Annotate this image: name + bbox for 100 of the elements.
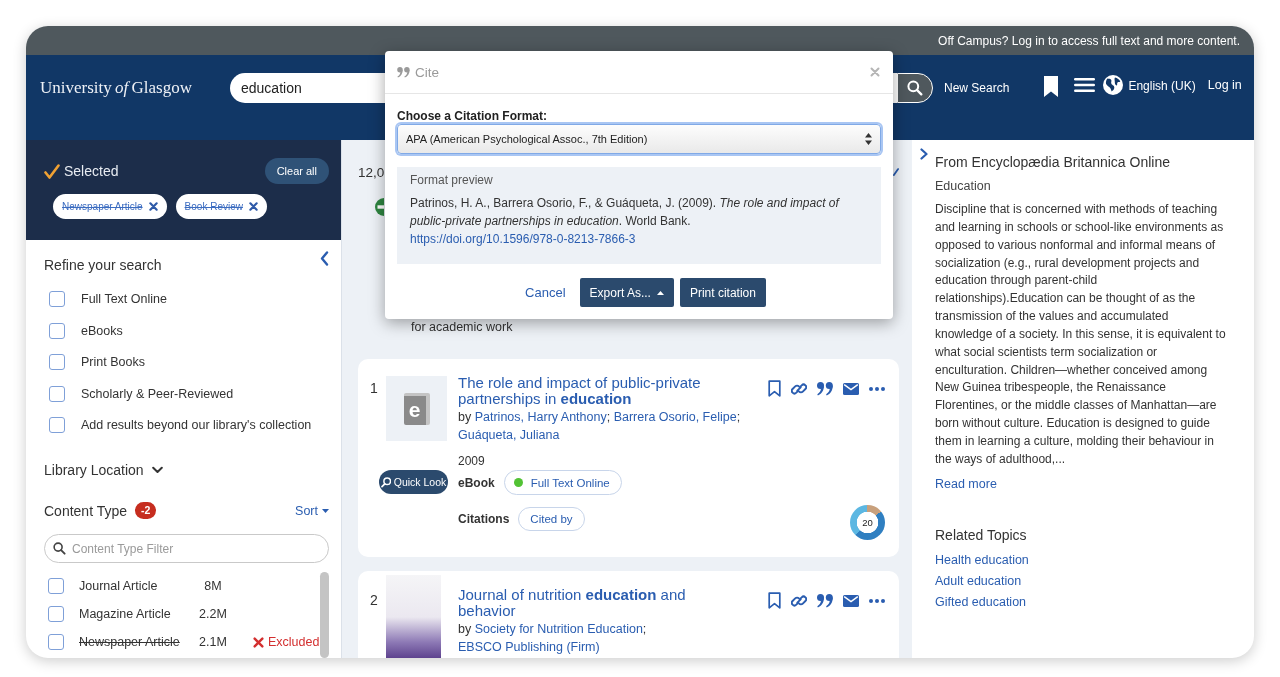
ebook-icon: e (403, 392, 430, 425)
filter-chip[interactable]: Newspaper Article (53, 194, 167, 219)
filter-label[interactable]: Scholarly & Peer-Reviewed (81, 386, 234, 401)
more-icon[interactable] (869, 386, 885, 391)
facet-label[interactable]: Newspaper Article (79, 635, 199, 649)
result-number: 1 (370, 380, 379, 396)
menu-icon[interactable] (1074, 78, 1096, 92)
bookmark-icon[interactable] (768, 592, 781, 609)
field-label: Choose a Citation Format: (397, 109, 548, 123)
author-link[interactable]: EBSCO Publishing (Firm) (458, 640, 600, 654)
cited-by-button[interactable]: Cited by (518, 507, 585, 531)
author-line: by Society for Nutrition Education; EBSCO Publishing (Firm) (458, 621, 648, 656)
quote-icon (397, 66, 410, 78)
print-button[interactable]: Print citation (679, 278, 766, 307)
close-icon (148, 202, 158, 211)
facet-count: 2.1M (199, 635, 227, 649)
bookmark-icon[interactable] (1044, 76, 1059, 97)
selected-heading: Selected (64, 163, 119, 179)
preview-label: Format preview (410, 173, 494, 187)
magnifier-icon (380, 476, 391, 488)
filter-field[interactable]: Content Type Filter (44, 534, 329, 563)
availability-chip[interactable]: Full Text Online (503, 470, 622, 495)
checkbox[interactable] (49, 354, 65, 370)
chevron-icon[interactable] (920, 148, 928, 160)
checkbox[interactable] (49, 417, 65, 433)
more-icon[interactable] (869, 598, 885, 603)
checkbox[interactable] (49, 291, 65, 307)
chevron-icon[interactable] (893, 168, 899, 176)
citations-label: Citations (458, 512, 510, 526)
checkbox[interactable] (49, 322, 65, 339)
panel-heading: Related Topics (935, 526, 1028, 543)
search-icon (53, 542, 66, 555)
x-mark-icon (253, 636, 264, 648)
excluded-label: Excluded (268, 635, 320, 649)
checkbox[interactable] (49, 385, 65, 402)
globe-icon[interactable] (1103, 75, 1124, 95)
count-badge: -2 (135, 502, 157, 519)
facet-label[interactable]: Magazine Article (79, 607, 199, 621)
citation-format-select[interactable]: APA (American Psychological Assoc., 7th Edition) (397, 124, 881, 154)
section-heading: Content Type (44, 502, 128, 519)
related-topic-link[interactable]: Adult education (935, 572, 1022, 589)
checkbox[interactable] (48, 578, 64, 594)
snippet-text: for academic work (411, 320, 514, 334)
quote-icon[interactable] (817, 381, 833, 396)
checkbox[interactable] (48, 606, 64, 622)
close-icon (248, 202, 258, 211)
filter-label[interactable]: Add results beyond our library's collection (81, 418, 312, 432)
filter-label[interactable]: Print Books (81, 355, 145, 369)
quote-icon[interactable] (817, 593, 833, 608)
sort-button[interactable]: Sort (295, 503, 329, 518)
scrollbar-thumb[interactable] (320, 572, 329, 658)
filter-label[interactable]: eBooks (81, 323, 123, 338)
link-icon[interactable] (791, 592, 807, 609)
facet-label[interactable]: Journal Article (79, 579, 199, 593)
select-arrows-icon (865, 133, 872, 145)
result-title[interactable]: Journal of nutrition education and behavior (458, 587, 730, 618)
author-link[interactable]: Patrinos, Harry Anthony (474, 410, 607, 424)
topic-summary: Discipline that is concerned with methods of teaching and learning in schools or school-like environments as opposed to various nonformal and informal means of socialization (e.g., rural development projects and education through parent-child relationships).Education can be thought of as the transmission of the values and accumulated knowledge of a society. In this sense, it is equivalent to what social scientists term socialization or enculturation. Children—whether conceived among New Guinea tribespeople, the Renaissance Florentines, or the middle classes of Manhattan—are born without culture. Education is designed to guide them in learning a culture, molding their behaviour in the ways of adulthood,... (935, 201, 1227, 468)
read-more-link[interactable]: Read more (935, 475, 997, 492)
off-campus-message: Off Campus? Log in to access full text and more content. (938, 33, 1240, 48)
export-menu-button[interactable]: Export As... (579, 278, 674, 307)
topic-term: Education (935, 178, 992, 194)
author-line: by Patrinos, Harry Anthony; Barrera Osorio, Felipe; Guáqueta, Juliana (458, 409, 742, 444)
mail-icon[interactable] (843, 382, 859, 395)
publication-year: 2009 (458, 453, 486, 469)
author-link[interactable]: Society for Nutrition Education (474, 622, 643, 636)
clear-all-button[interactable]: Clear all (264, 158, 329, 184)
caret-icon (656, 290, 664, 295)
search-button[interactable] (897, 73, 933, 103)
check-icon (44, 163, 60, 179)
section-toggle[interactable]: Library Location (44, 462, 163, 478)
doi-link[interactable]: https://doi.org/10.1596/978-0-8213-7866-3 (410, 232, 636, 246)
facet-count: 8M (203, 579, 223, 593)
chevron-icon[interactable] (320, 251, 329, 266)
checkbox[interactable] (48, 634, 64, 650)
related-topic-link[interactable]: Gifted education (935, 593, 1027, 610)
panel-heading: From Encyclopædia Britannica Online (935, 154, 1171, 170)
cancel-link[interactable]: Cancel (525, 285, 566, 300)
quick-look-button[interactable]: Quick Look (379, 470, 448, 494)
dialog-title: Cite (415, 64, 439, 80)
attention-score-badge: 20 (850, 505, 885, 540)
university-logo: University of Glasgow (40, 77, 192, 99)
link-icon[interactable] (791, 380, 807, 397)
result-count: 12,0 (358, 165, 385, 181)
citation-text: Patrinos, H. A., Barrera Osorio, F., & Guáqueta, J. (2009). The role and impact of public-private partnerships in education. World Bank. https://doi.org/10.1596/978-0-8213-7866-3 (410, 195, 841, 248)
mail-icon[interactable] (843, 594, 859, 607)
filter-chip[interactable]: Book Review (175, 194, 267, 219)
login-link[interactable]: Log in (1207, 73, 1242, 97)
search-icon (907, 80, 923, 96)
facet-count: 2.2M (199, 607, 227, 621)
section-heading: Refine your search (44, 257, 162, 273)
result-title[interactable]: The role and impact of public-private partnerships in education (458, 375, 730, 406)
new-search-link[interactable]: New Search (944, 73, 1010, 103)
related-topic-link[interactable]: Health education (935, 551, 1029, 568)
author-link[interactable]: Barrera Osorio, Felipe (613, 410, 737, 424)
bookmark-icon[interactable] (768, 380, 781, 397)
author-link[interactable]: Guáqueta, Juliana (458, 428, 560, 442)
caret-icon (322, 508, 329, 513)
filter-label[interactable]: Full Text Online (81, 292, 167, 306)
language-selector[interactable]: English (UK) (1128, 73, 1196, 99)
